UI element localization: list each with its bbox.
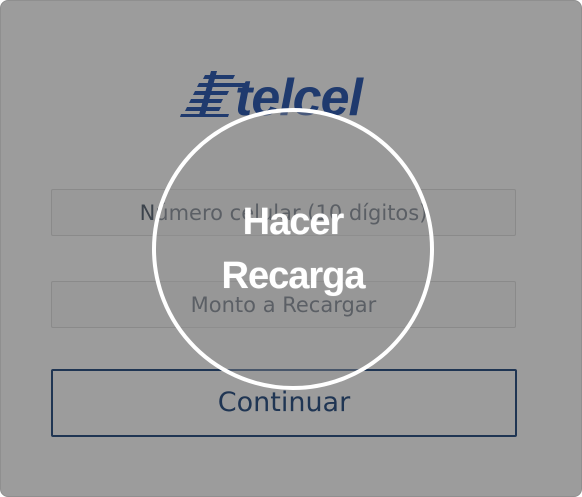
make-recharge-button[interactable]: Hacer Recarga (152, 108, 434, 390)
recharge-card: telcel Continuar Hacer Recarga (0, 0, 582, 497)
make-recharge-label: Hacer Recarga (221, 201, 366, 297)
